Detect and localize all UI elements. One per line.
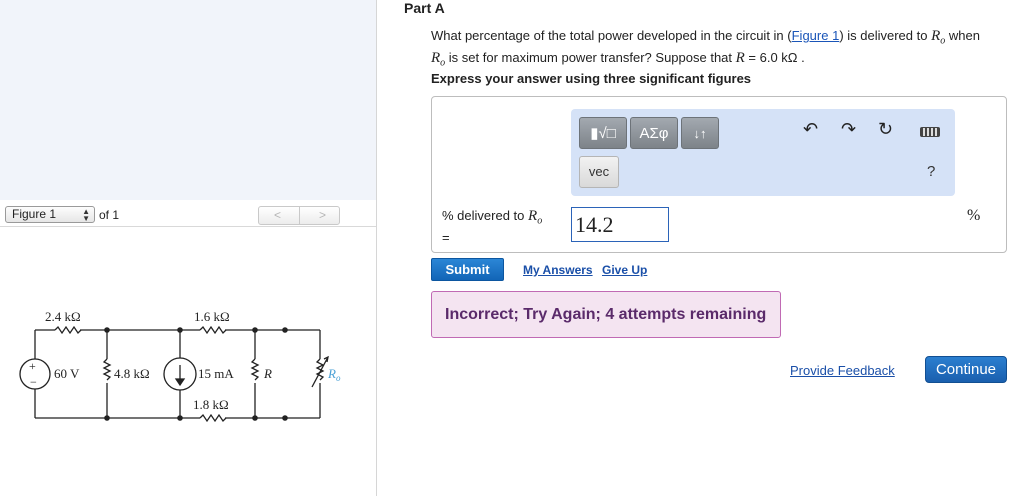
greek-button[interactable]: ΑΣφ: [630, 117, 678, 149]
answer-box: ▮√□ ΑΣφ ↓↑ vec ↶ ↷ ↻ ? % delivered to Ro…: [431, 96, 1007, 253]
label-ro: Ro: [327, 366, 341, 383]
figure-select[interactable]: Figure 1 ▲ ▼: [5, 206, 95, 223]
label-4-8k: 4.8 kΩ: [114, 366, 150, 381]
unit-label: %: [967, 207, 981, 224]
keyboard-icon[interactable]: [920, 127, 940, 137]
label-60v: 60 V: [54, 366, 80, 381]
templates-button[interactable]: ▮√□: [579, 117, 627, 149]
give-up-link[interactable]: Give Up: [602, 263, 647, 277]
figure-select-value: Figure 1: [12, 207, 57, 221]
instructions: Express your answer using three signific…: [431, 71, 752, 86]
resistor-1-6k: [199, 325, 227, 335]
label-r: R: [263, 366, 272, 381]
resistor-2-4k: [54, 325, 82, 335]
select-arrows-icon: ▲ ▼: [82, 207, 90, 223]
vec-button[interactable]: vec: [579, 156, 619, 188]
label-1-8k: 1.8 kΩ: [193, 397, 229, 412]
resistor-1-8k: [199, 413, 227, 423]
minus-sign: −: [30, 375, 37, 389]
feedback-message: Incorrect; Try Again; 4 attempts remaini…: [431, 291, 781, 338]
help-button[interactable]: ?: [927, 163, 935, 180]
sub-sup-button[interactable]: ↓↑: [681, 117, 719, 149]
question-panel: Part A What percentage of the total powe…: [378, 0, 1024, 496]
circuit-diagram: 2.4 kΩ 1.6 kΩ 1.8 kΩ 4.8 kΩ 60 V 15 mA R…: [19, 309, 341, 423]
my-answers-link[interactable]: My Answers: [523, 263, 593, 277]
resistor-r: [250, 358, 260, 381]
submit-button[interactable]: Submit: [431, 258, 504, 281]
chevron-right-icon[interactable]: >: [319, 208, 326, 222]
label-15ma: 15 mA: [198, 366, 234, 381]
undo-icon[interactable]: ↶: [803, 119, 818, 140]
continue-button[interactable]: Continue: [925, 356, 1007, 383]
figure-nav-bar: Figure 1 ▲ ▼ of 1 < >: [0, 201, 376, 227]
reset-icon[interactable]: ↻: [878, 119, 893, 140]
figure-count: of 1: [99, 208, 120, 222]
figure-nav-buttons: < >: [258, 206, 340, 225]
question-text: What percentage of the total power devel…: [431, 28, 980, 69]
figure-link[interactable]: Figure 1: [792, 28, 840, 43]
figure-panel: Figure 1 ▲ ▼ of 1 < > 2.4 kΩ 1.6 kΩ 1.8 …: [0, 0, 377, 496]
equals-sign: =: [442, 229, 450, 245]
plus-sign: +: [29, 359, 36, 373]
answer-label: % delivered to Ro =: [442, 208, 543, 245]
figure-panel-header-area: [0, 0, 376, 200]
part-title: Part A: [404, 0, 445, 16]
resistor-4-8k: [102, 358, 112, 381]
answer-input[interactable]: 14.2: [571, 207, 669, 242]
nav-divider: [299, 207, 300, 224]
provide-feedback-link[interactable]: Provide Feedback: [790, 363, 895, 378]
math-toolbar: ▮√□ ΑΣφ ↓↑ vec ↶ ↷ ↻ ?: [571, 109, 955, 196]
chevron-left-icon[interactable]: <: [274, 208, 281, 222]
redo-icon[interactable]: ↷: [841, 119, 856, 140]
label-2-4k: 2.4 kΩ: [45, 309, 81, 324]
label-1-6k: 1.6 kΩ: [194, 309, 230, 324]
